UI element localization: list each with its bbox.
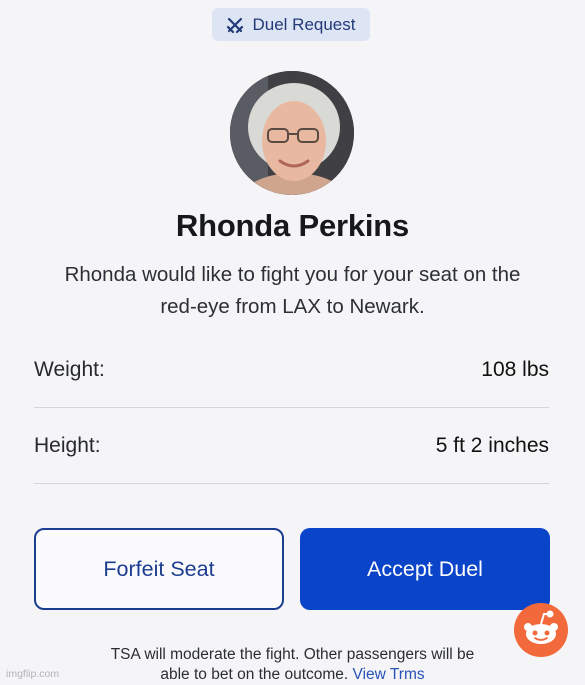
forfeit-seat-button[interactable]: Forfeit Seat <box>34 528 284 610</box>
stat-value: 5 ft 2 inches <box>435 434 549 457</box>
duel-request-badge: Duel Request <box>212 8 370 41</box>
divider <box>34 483 549 484</box>
crossed-swords-icon <box>226 16 244 34</box>
duel-request-card: Duel Request Rhonda Perkins Rhonda would… <box>0 0 585 683</box>
avatar <box>230 71 354 195</box>
stat-row-weight: Weight: 108 lbs <box>34 350 549 390</box>
accept-duel-button[interactable]: Accept Duel <box>300 528 550 610</box>
divider <box>34 407 549 408</box>
profile-description: Rhonda would like to fight you for your … <box>64 263 521 318</box>
badge-label: Duel Request <box>252 14 356 34</box>
profile-name: Rhonda Perkins <box>175 208 410 243</box>
stat-label: Weight: <box>34 358 105 381</box>
footer-note: TSA will moderate the fight. Other passe… <box>100 645 485 685</box>
view-terms-link[interactable]: View Trms <box>353 666 425 683</box>
stat-label: Height: <box>34 434 101 457</box>
stat-value: 108 lbs <box>481 358 549 381</box>
reddit-logo-icon <box>514 603 568 657</box>
stat-row-height: Height: 5 ft 2 inches <box>34 426 549 466</box>
watermark: imgflip.com <box>6 668 60 680</box>
